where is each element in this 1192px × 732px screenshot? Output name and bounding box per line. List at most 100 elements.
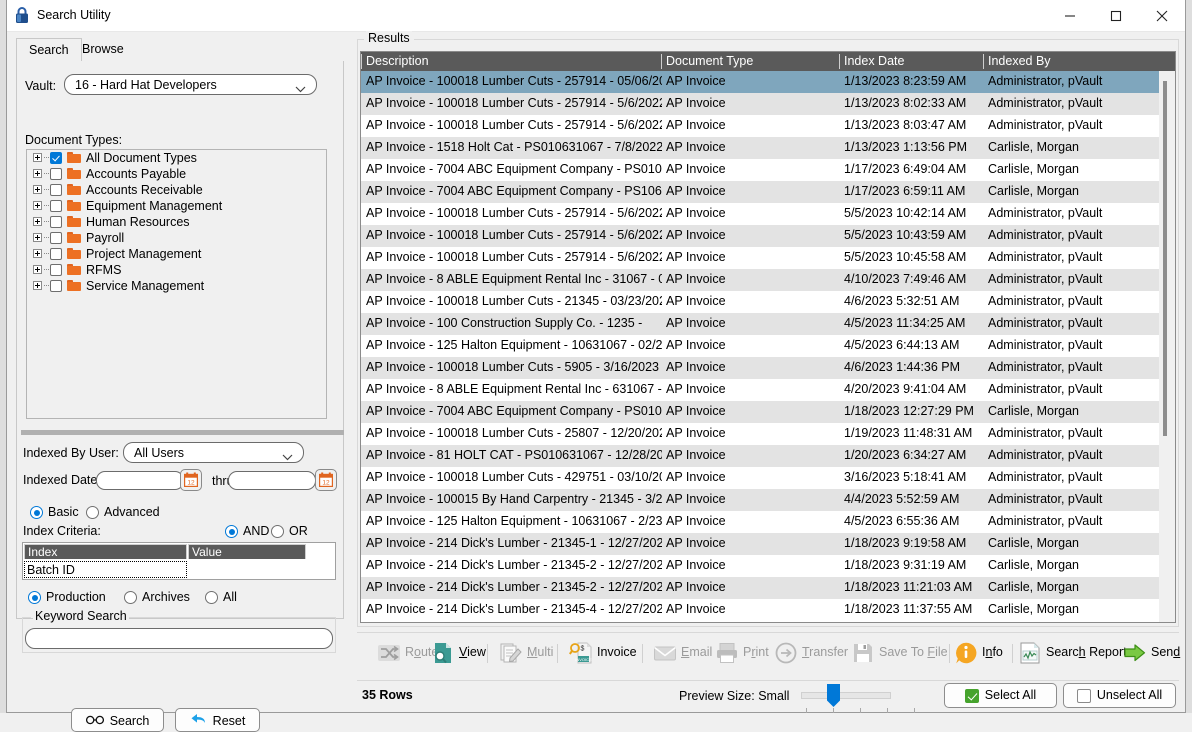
expand-icon[interactable]	[33, 265, 42, 275]
scrollbar-thumb[interactable]	[1163, 81, 1167, 436]
table-row[interactable]: AP Invoice - 100018 Lumber Cuts - 25807 …	[361, 423, 1161, 445]
tree-checkbox[interactable]	[50, 279, 62, 292]
table-row[interactable]: AP Invoice - 100018 Lumber Cuts - 257914…	[361, 203, 1161, 225]
vault-select[interactable]: 16 - Hard Hat Developers	[64, 74, 317, 95]
table-row[interactable]: AP Invoice - 214 Dick's Lumber - 21345-2…	[361, 577, 1161, 599]
maximize-button[interactable]	[1093, 0, 1139, 31]
unselect-all-button[interactable]: Unselect All	[1063, 683, 1176, 708]
tree-item[interactable]: Project Management	[27, 246, 326, 262]
document-types-tree[interactable]: All Document Types Accounts Payable Acco…	[26, 149, 327, 419]
table-row[interactable]: AP Invoice - 125 Halton Equipment - 1063…	[361, 511, 1161, 533]
table-row[interactable]: AP Invoice - 100018 Lumber Cuts - 257914…	[361, 115, 1161, 137]
tab-browse[interactable]: Browse	[70, 38, 136, 62]
row-description: AP Invoice - 8 ABLE Equipment Rental Inc…	[366, 382, 662, 396]
expand-icon[interactable]	[33, 201, 42, 211]
results-vertical-scrollbar[interactable]	[1159, 71, 1175, 622]
table-row[interactable]: AP Invoice - 100018 Lumber Cuts - 429751…	[361, 467, 1161, 489]
table-row[interactable]: AP Invoice - 100018 Lumber Cuts - 257914…	[361, 225, 1161, 247]
radio-and[interactable]	[225, 525, 238, 538]
keyword-search-input[interactable]	[25, 628, 333, 649]
tree-item[interactable]: Accounts Payable	[27, 166, 326, 182]
radio-archives[interactable]	[124, 591, 137, 604]
column-header-label: Document Type	[666, 54, 754, 68]
calendar-to-button[interactable]: 12	[315, 469, 337, 491]
expand-icon[interactable]	[33, 281, 42, 291]
tree-item[interactable]: RFMS	[27, 262, 326, 278]
table-row[interactable]: AP Invoice - 125 Halton Equipment - 1063…	[361, 335, 1161, 357]
minimize-button[interactable]	[1047, 0, 1093, 31]
criteria-grid-header: Index Value	[23, 543, 335, 559]
preview-size-slider-track[interactable]	[801, 692, 891, 699]
tree-checkbox[interactable]	[50, 263, 62, 276]
tree-checkbox[interactable]	[50, 167, 62, 180]
select-all-button[interactable]: Select All	[944, 683, 1057, 708]
table-row[interactable]: AP Invoice - 100018 Lumber Cuts - 5905 -…	[361, 357, 1161, 379]
close-button[interactable]	[1139, 0, 1185, 31]
table-row[interactable]: AP Invoice - 100018 Lumber Cuts - 257914…	[361, 93, 1161, 115]
radio-basic[interactable]	[30, 506, 43, 519]
radio-advanced[interactable]	[86, 506, 99, 519]
radio-or[interactable]	[271, 525, 284, 538]
radio-all-label: All	[223, 590, 237, 604]
reset-button[interactable]: Reset	[175, 708, 260, 732]
index-criteria-grid[interactable]: Index Value Batch ID	[22, 542, 336, 580]
expand-icon[interactable]	[33, 249, 42, 259]
table-row[interactable]: AP Invoice - 7004 ABC Equipment Company …	[361, 181, 1161, 203]
table-row[interactable]: AP Invoice - 100015 By Hand Carpentry - …	[361, 489, 1161, 511]
table-row[interactable]: AP Invoice - 214 Dick's Lumber - 21345-1…	[361, 533, 1161, 555]
criteria-col-index[interactable]: Index	[24, 544, 187, 559]
toolbar-divider	[949, 644, 950, 663]
table-row[interactable]: AP Invoice - 100018 Lumber Cuts - 21345 …	[361, 291, 1161, 313]
table-row[interactable]: AP Invoice - 100018 Lumber Cuts - 257914…	[361, 247, 1161, 269]
table-row[interactable]: AP Invoice - 214 Dick's Lumber - 21345-2…	[361, 555, 1161, 577]
radio-all[interactable]	[205, 591, 218, 604]
expand-icon[interactable]	[33, 185, 42, 195]
table-row[interactable]: AP Invoice - 81 HOLT CAT - PS010631067 -…	[361, 445, 1161, 467]
tree-item[interactable]: All Document Types	[27, 150, 326, 166]
tree-item[interactable]: Payroll	[27, 230, 326, 246]
table-row[interactable]: AP Invoice - 100 Construction Supply Co.…	[361, 313, 1161, 335]
panel-splitter[interactable]	[21, 430, 344, 435]
criteria-col-value[interactable]: Value	[188, 544, 306, 559]
table-row[interactable]: AP Invoice - 7004 ABC Equipment Company …	[361, 401, 1161, 423]
column-header-description[interactable]: Description	[361, 52, 661, 71]
tree-checkbox[interactable]	[50, 247, 62, 260]
indexed-date-to-input[interactable]	[228, 471, 316, 490]
table-row[interactable]: AP Invoice - 100018 Lumber Cuts - 257914…	[361, 71, 1161, 93]
column-header-index-date[interactable]: Index Date	[839, 52, 983, 71]
tree-item-label: Project Management	[86, 246, 202, 261]
expand-icon[interactable]	[33, 169, 42, 179]
row-indexed-by: Administrator, pVault	[988, 514, 1103, 528]
radio-production[interactable]	[28, 591, 41, 604]
row-indexed-by: Administrator, pVault	[988, 338, 1103, 352]
folder-icon	[67, 248, 81, 260]
tree-checkbox[interactable]	[50, 199, 62, 212]
tree-checkbox[interactable]	[50, 183, 62, 196]
indexed-by-user-select[interactable]: All Users	[123, 442, 304, 463]
indexed-date-from-input[interactable]	[96, 471, 184, 490]
table-row[interactable]: AP Invoice - 214 Dick's Lumber - 21345-4…	[361, 599, 1161, 621]
table-row[interactable]: AP Invoice - 8 ABLE Equipment Rental Inc…	[361, 269, 1161, 291]
column-header-document-type[interactable]: Document Type	[661, 52, 839, 71]
column-header-indexed-by[interactable]: Indexed By	[983, 52, 1175, 71]
table-row[interactable]: AP Invoice - 1518 Holt Cat - PS010631067…	[361, 137, 1161, 159]
expand-icon[interactable]	[33, 233, 42, 243]
tree-item[interactable]: Accounts Receivable	[27, 182, 326, 198]
calendar-from-button[interactable]: 12	[180, 469, 202, 491]
table-row[interactable]: AP Invoice - 7004 ABC Equipment Company …	[361, 159, 1161, 181]
tree-item[interactable]: Human Resources	[27, 214, 326, 230]
svg-text:12: 12	[187, 480, 195, 487]
tree-item[interactable]: Equipment Management	[27, 198, 326, 214]
criteria-row-index-cell[interactable]: Batch ID	[24, 561, 187, 578]
results-grid[interactable]: Description Document Type Index Date Ind…	[360, 51, 1176, 623]
search-button[interactable]: Search	[71, 708, 164, 732]
tree-checkbox[interactable]	[50, 231, 62, 244]
toolbar-divider	[357, 632, 1179, 633]
expand-icon[interactable]	[33, 153, 42, 163]
expand-icon[interactable]	[33, 217, 42, 227]
tree-checkbox[interactable]	[50, 151, 62, 164]
preview-size-slider-thumb[interactable]	[827, 684, 840, 707]
table-row[interactable]: AP Invoice - 8 ABLE Equipment Rental Inc…	[361, 379, 1161, 401]
tree-checkbox[interactable]	[50, 215, 62, 228]
tree-item[interactable]: Service Management	[27, 278, 326, 294]
